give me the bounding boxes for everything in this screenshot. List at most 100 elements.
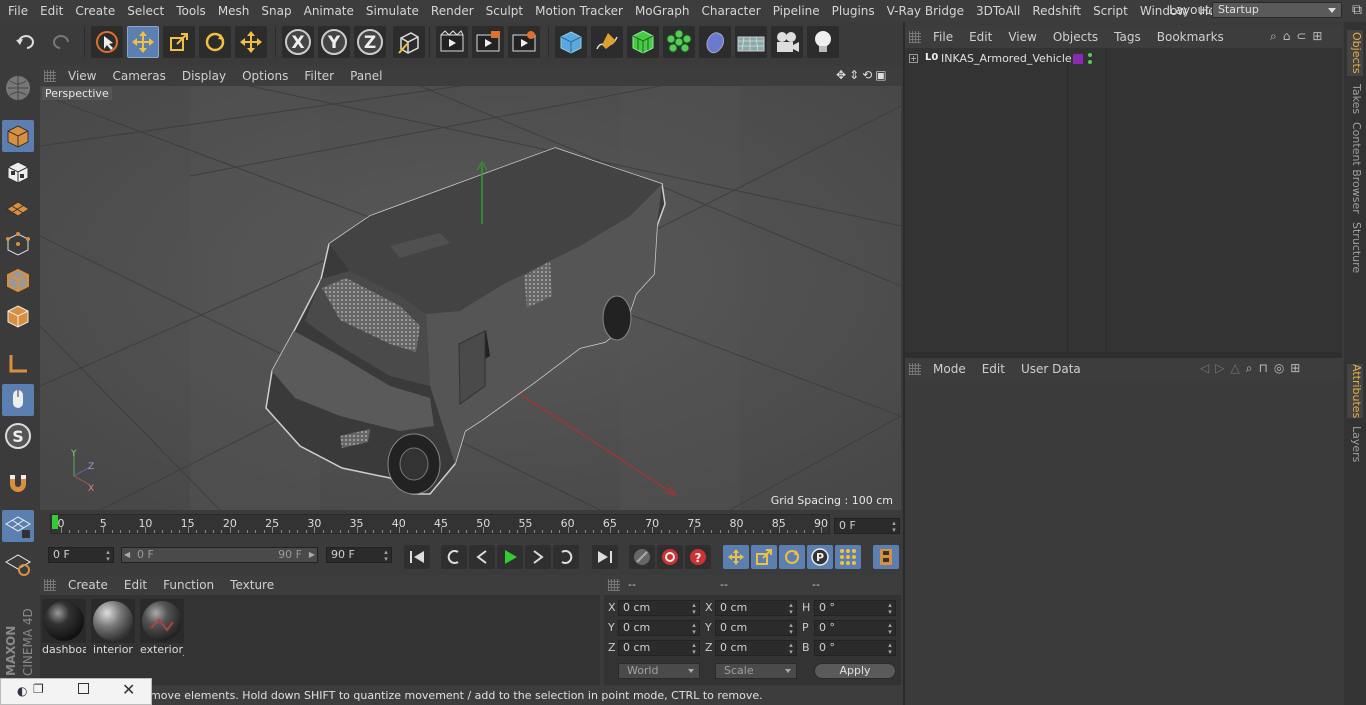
world-coord-icon[interactable] (393, 26, 425, 58)
expand-icon[interactable]: + (909, 54, 918, 63)
scale-icon[interactable] (163, 26, 195, 58)
solo-icon[interactable]: S (2, 420, 34, 452)
size-mode-dropdown[interactable]: Scale (715, 663, 797, 679)
polygons-mode-icon[interactable] (2, 300, 34, 332)
coordinate-system-dropdown[interactable]: World (618, 663, 700, 679)
snap-icon[interactable] (2, 510, 34, 542)
render-view-icon[interactable] (436, 26, 468, 58)
menu-motion-tracker[interactable]: Motion Tracker (529, 0, 629, 22)
viewport-menu-view[interactable]: View (60, 66, 104, 86)
search-icon[interactable]: ⌕ (1270, 29, 1277, 45)
object-menu-tags[interactable]: Tags (1106, 30, 1149, 44)
redo-icon[interactable] (45, 26, 77, 58)
model-mode-icon[interactable] (2, 120, 34, 152)
y-axis-icon[interactable]: Y (318, 26, 350, 58)
live-selection-icon[interactable] (91, 26, 123, 58)
new-window-icon[interactable]: ⊞ (1290, 361, 1300, 377)
render-picture-viewer-icon[interactable] (472, 26, 504, 58)
subdivision-icon[interactable] (627, 26, 659, 58)
timeline-ruler[interactable]: 0 5 10 15 20 25 30 35 40 45 50 55 60 65 70 75 80 85 90 0 F (40, 512, 901, 538)
menu-character[interactable]: Character (695, 0, 766, 22)
pos-y-field[interactable]: 0 cm (618, 620, 700, 636)
panel-handle-icon[interactable] (909, 363, 921, 375)
pan-icon[interactable]: ✥ (836, 68, 846, 84)
panel-handle-icon[interactable] (608, 579, 620, 591)
go-to-start-icon[interactable] (404, 545, 430, 569)
layout-dropdown[interactable]: Startup (1212, 2, 1342, 18)
camera-label[interactable]: Perspective (42, 87, 112, 100)
play-forward-icon[interactable] (497, 545, 523, 569)
menu-vray-bridge[interactable]: V-Ray Bridge (881, 0, 970, 22)
make-editable-icon[interactable] (2, 72, 34, 104)
cube-icon[interactable] (555, 26, 587, 58)
new-window-icon[interactable]: ⊞ (1312, 29, 1322, 45)
forward-arrow-icon[interactable]: ▷ (1215, 361, 1224, 377)
restore-icon[interactable]: ⧉ (1349, 2, 1365, 18)
viewport-menu-options[interactable]: Options (234, 66, 296, 86)
dolly-icon[interactable]: ⇕ (849, 68, 859, 84)
menu-pipeline[interactable]: Pipeline (767, 0, 826, 22)
viewport-menu-filter[interactable]: Filter (296, 66, 342, 86)
record-pla-icon[interactable] (835, 545, 861, 569)
timeline-track[interactable]: 0 5 10 15 20 25 30 35 40 45 50 55 60 65 70 75 80 85 90 (50, 514, 830, 534)
layer-color-swatch[interactable] (1073, 54, 1083, 64)
back-arrow-icon[interactable]: ◁ (1200, 361, 1209, 377)
maximize-icon[interactable] (78, 683, 89, 694)
restore-down-icon[interactable]: ❐ (33, 682, 44, 696)
object-name[interactable]: INKAS_Armored_Vehicle (941, 52, 1072, 65)
menu-edit[interactable]: Edit (34, 0, 69, 22)
tab-attributes[interactable]: Attributes (1347, 364, 1363, 418)
size-y-field[interactable]: 0 cm (715, 620, 797, 636)
up-arrow-icon[interactable]: △ (1230, 361, 1239, 377)
material-swatch[interactable]: exterior_ (140, 599, 184, 656)
menu-mograph[interactable]: MoGraph (629, 0, 696, 22)
start-frame-field[interactable]: 0 F (48, 547, 114, 563)
material-menu-function[interactable]: Function (155, 578, 222, 592)
go-to-end-icon[interactable] (592, 545, 618, 569)
playhead[interactable] (52, 515, 58, 529)
panel-handle-icon[interactable] (44, 579, 56, 591)
size-z-field[interactable]: 0 cm (715, 640, 797, 656)
recent-tool-icon[interactable] (235, 26, 267, 58)
x-axis-icon[interactable]: X (282, 26, 314, 58)
previous-frame-icon[interactable] (469, 545, 495, 569)
tweak-icon[interactable] (2, 384, 34, 416)
panel-handle-icon[interactable] (909, 31, 921, 43)
menu-plugins[interactable]: Plugins (826, 0, 881, 22)
rot-h-field[interactable]: 0 ° (814, 600, 896, 616)
end-frame-field[interactable]: 90 F (326, 547, 392, 563)
attribute-menu-user-data[interactable]: User Data (1013, 362, 1089, 376)
orbit-icon[interactable]: ⟲ (862, 68, 872, 84)
object-row[interactable]: + L0 INKAS_Armored_Vehicle (907, 52, 1342, 68)
frame-range-slider[interactable]: ◀ 0 F 90 F ▶ (121, 547, 318, 563)
undo-icon[interactable] (10, 26, 42, 58)
search-icon[interactable]: ⌕ (1246, 361, 1253, 377)
menu-sculpt[interactable]: Sculpt (480, 0, 529, 22)
range-right-arrow-icon[interactable]: ▶ (309, 548, 315, 562)
viewport-menu-panel[interactable]: Panel (342, 66, 390, 86)
menu-script[interactable]: Script (1087, 0, 1134, 22)
menu-mesh[interactable]: Mesh (212, 0, 256, 22)
axis-icon[interactable] (2, 348, 34, 380)
attribute-menu-edit[interactable]: Edit (974, 362, 1013, 376)
edges-mode-icon[interactable] (2, 264, 34, 296)
target-icon[interactable]: ◎ (1274, 361, 1284, 377)
next-keyframe-icon[interactable] (553, 545, 579, 569)
apply-button[interactable]: Apply (814, 663, 896, 679)
rotate-icon[interactable] (199, 26, 231, 58)
panel-handle-icon[interactable] (44, 70, 56, 82)
material-swatch[interactable]: interior (91, 599, 135, 656)
rot-p-field[interactable]: 0 ° (814, 620, 896, 636)
tab-content-browser[interactable]: Content Browser (1347, 122, 1363, 214)
tab-structure[interactable]: Structure (1347, 222, 1363, 273)
menu-create[interactable]: Create (69, 0, 121, 22)
material-menu-texture[interactable]: Texture (222, 578, 282, 592)
tab-objects[interactable]: Objects (1347, 30, 1363, 76)
deformer-icon[interactable] (699, 26, 731, 58)
lock-icon[interactable]: ⊓ (1258, 361, 1267, 377)
record-parameter-icon[interactable]: P (807, 545, 833, 569)
viewport-menu-cameras[interactable]: Cameras (104, 66, 173, 86)
object-menu-objects[interactable]: Objects (1045, 30, 1106, 44)
record-disabled-icon[interactable] (629, 545, 655, 569)
quantize-icon[interactable] (2, 548, 34, 580)
